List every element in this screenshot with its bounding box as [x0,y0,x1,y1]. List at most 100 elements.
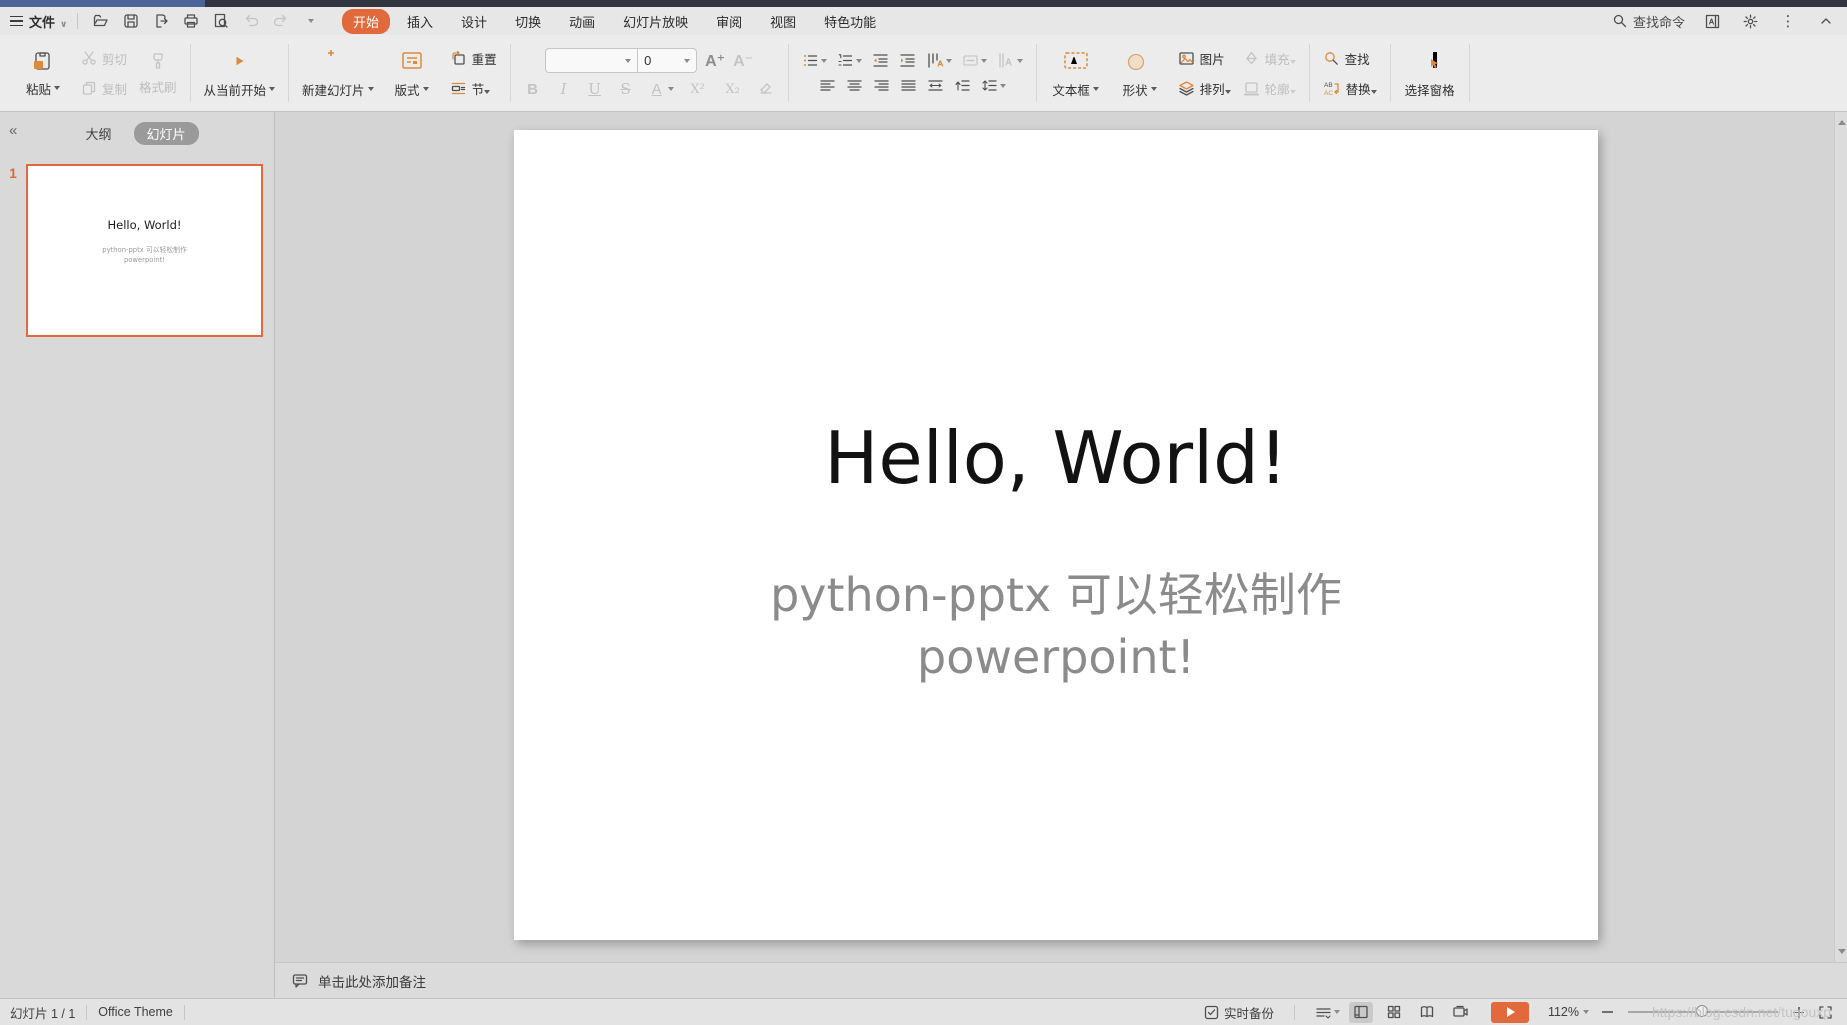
section-button[interactable]: 节 [450,78,497,98]
live-backup-label: 实时备份 [1223,1006,1274,1021]
underline-button[interactable]: U [586,80,604,98]
tab-insert[interactable]: 插入 [396,9,444,34]
notes-bar[interactable]: 单击此处添加备注 [275,962,1847,998]
new-slide-button[interactable]: 新建幻灯片 [302,41,374,105]
text-orientation-button[interactable] [997,52,1023,69]
hamburger-menu-icon[interactable] [10,15,23,27]
slide-title[interactable]: Hello, World! [514,416,1598,500]
find-command-button[interactable]: 查找命令 [1612,12,1685,31]
print-icon[interactable] [178,10,204,32]
paste-button[interactable]: 粘贴 [17,41,69,105]
tab-transitions[interactable]: 切换 [504,9,552,34]
play-from-current-button[interactable]: 从当前开始 [204,41,276,105]
font-size-combobox[interactable]: 0 [638,49,696,72]
reading-view-button[interactable] [1415,1002,1439,1023]
italic-button[interactable]: I [555,80,573,98]
increase-font-size-button[interactable]: A⁺ [705,51,725,71]
find-label: 查找 [1344,52,1370,67]
align-right-button[interactable] [873,77,890,94]
align-center-button[interactable] [846,77,863,94]
slide[interactable]: Hello, World! python-pptx 可以轻松制作 powerpo… [514,130,1598,940]
increase-indent-button[interactable] [899,52,916,69]
slideshow-view-button[interactable] [1448,1002,1472,1023]
placeholder-frame-button[interactable] [962,52,987,69]
zoom-slider[interactable] [1628,1005,1778,1017]
replace-button[interactable]: AB AC 替换 [1323,78,1377,98]
shapes-button[interactable]: 形状 [1114,41,1166,105]
notes-toggle-button[interactable] [1315,1004,1340,1021]
zoom-in-button[interactable] [1793,1006,1804,1018]
settings-gear-icon[interactable] [1739,10,1761,32]
numbered-list-button[interactable] [837,52,862,69]
normal-view-button[interactable] [1348,1001,1373,1023]
scroll-down-icon[interactable] [1838,949,1846,954]
font-size-value: 0 [644,53,652,68]
zoom-level-button[interactable]: 112% [1548,1005,1589,1019]
print-preview-icon[interactable] [208,10,234,32]
line-spacing-button[interactable] [981,77,1006,94]
decrease-indent-button[interactable] [872,52,889,69]
tab-home[interactable]: 开始 [342,8,391,34]
zoom-out-button[interactable] [1602,1011,1613,1013]
tab-special-features[interactable]: 特色功能 [813,9,887,34]
outline-button[interactable]: 轮廓 [1243,78,1296,98]
text-direction-button[interactable] [926,52,952,69]
zoom-slider-handle[interactable] [1695,1005,1708,1017]
textbox-label: 文本框 [1052,83,1090,98]
font-name-combobox[interactable] [546,49,639,72]
clear-format-button[interactable] [757,80,775,98]
align-left-button[interactable] [819,77,836,94]
textbox-button[interactable]: 文本框 [1050,41,1102,105]
font-color-button[interactable]: A [648,81,674,98]
line-spacing-increase-button[interactable] [954,77,971,94]
scroll-up-icon[interactable] [1838,120,1846,125]
distribute-text-button[interactable] [927,77,944,94]
slide-thumbnail-row: 1 Hello, World! python-pptx 可以轻松制作 power… [0,164,274,337]
vertical-scrollbar[interactable] [1834,112,1847,962]
justify-button[interactable] [900,77,917,94]
tab-slideshow[interactable]: 幻灯片放映 [612,9,699,34]
reset-button[interactable]: 重置 [450,48,497,68]
slide-subtitle[interactable]: python-pptx 可以轻松制作 powerpoint! [514,564,1598,688]
ribbon: 粘贴 剪切 复制 格式刷 从当前开始 新建幻灯片 版式 重置 节 0 A⁺ A⁻… [0,35,1847,112]
customize-toolbar-icon[interactable] [298,10,324,32]
open-file-icon[interactable] [88,10,114,32]
selection-group: 选择窗格 [1391,35,1469,111]
collapse-panel-button[interactable]: « [9,122,17,139]
strikethrough-button[interactable]: S [617,80,635,98]
copy-button[interactable]: 复制 [81,78,127,98]
decrease-font-size-button[interactable]: A⁻ [733,51,753,71]
slide-thumbnail[interactable]: Hello, World! python-pptx 可以轻松制作 powerpo… [26,164,263,337]
superscript-button[interactable]: X² [687,82,709,97]
tab-outline[interactable]: 大纲 [75,122,121,145]
tab-design[interactable]: 设计 [450,9,498,34]
format-painter-button[interactable]: 格式刷 [139,51,177,96]
picture-button[interactable]: 图片 [1178,48,1231,68]
file-menu-button[interactable]: 文件 ∨ [29,12,67,31]
output-convert-icon[interactable] [148,10,174,32]
tab-review[interactable]: 审阅 [705,9,753,34]
layout-button[interactable]: 版式 [386,41,438,105]
save-icon[interactable] [118,10,144,32]
fit-slide-button[interactable] [1813,1002,1837,1023]
tab-slides[interactable]: 幻灯片 [133,121,199,145]
redo-icon[interactable] [268,10,294,32]
arrange-button[interactable]: 排列 [1178,78,1231,98]
slide-sorter-view-button[interactable] [1382,1002,1406,1023]
more-options-icon[interactable]: ⋮ [1777,10,1799,32]
subscript-button[interactable]: X₂ [722,82,744,97]
find-button[interactable]: 查找 [1323,48,1377,68]
bullet-list-button[interactable] [802,52,827,69]
bold-button[interactable]: B [524,81,542,98]
task-window-icon[interactable] [1701,10,1723,32]
play-slideshow-button[interactable] [1490,1001,1529,1023]
selection-pane-button[interactable]: 选择窗格 [1404,41,1456,105]
cut-button[interactable]: 剪切 [81,48,127,68]
live-backup-button[interactable]: 实时备份 [1204,1003,1274,1022]
replace-label: 替换 [1345,82,1371,97]
tab-animations[interactable]: 动画 [558,9,606,34]
undo-icon[interactable] [238,10,264,32]
tab-view[interactable]: 视图 [759,9,807,34]
collapse-ribbon-icon[interactable] [1815,10,1837,32]
fill-button[interactable]: 填充 [1243,48,1296,68]
